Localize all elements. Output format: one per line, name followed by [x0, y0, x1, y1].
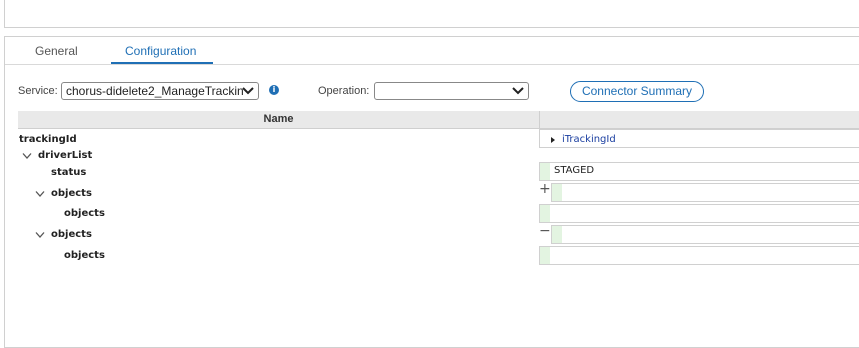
tree-row-objects-group-1[interactable]: objects [51, 188, 92, 199]
column-separator [539, 111, 540, 128]
mapping-cell-objects-group-2[interactable] [551, 225, 859, 244]
service-select-value: chorus-didelete2_ManageTrackin [66, 84, 244, 98]
tree-row-objects-1[interactable]: objects [64, 208, 105, 219]
chevron-down-icon [242, 87, 254, 95]
mapping-indicator [552, 226, 562, 243]
connector-summary-button[interactable]: Connector Summary [570, 81, 704, 102]
mapping-cell-objects-1[interactable] [539, 204, 859, 223]
operation-label: Operation: [318, 85, 370, 97]
mapping-cell-status[interactable]: STAGED [539, 162, 859, 181]
info-icon[interactable]: i [269, 85, 279, 95]
mapping-value-status: STAGED [554, 165, 595, 176]
tree-row-driverlist[interactable]: driverList [38, 150, 92, 161]
minus-icon[interactable]: − [539, 224, 551, 238]
tree-row-trackingid[interactable]: trackingId [19, 134, 77, 145]
tab-general[interactable]: General [35, 44, 78, 64]
mapping-cell-objects-2[interactable] [539, 246, 859, 265]
mapping-indicator [552, 184, 562, 201]
mapping-indicator [540, 205, 550, 222]
tab-configuration[interactable]: Configuration [125, 44, 196, 64]
service-label: Service: [18, 85, 58, 97]
tabs-divider [5, 64, 859, 65]
top-panel [4, 0, 859, 28]
mapping-indicator [540, 247, 550, 264]
chevron-down-icon[interactable] [22, 152, 32, 160]
chevron-down-icon [512, 87, 524, 95]
chevron-down-icon[interactable] [35, 231, 45, 239]
mapping-link-itrackingid[interactable]: iTrackingId [562, 134, 616, 145]
mapping-indicator [540, 163, 550, 180]
mapping-cell-objects-group-1[interactable] [551, 183, 859, 202]
tree-row-status[interactable]: status [51, 167, 86, 178]
grid-header: Name [18, 111, 859, 129]
plus-icon[interactable]: + [539, 182, 551, 196]
service-select[interactable]: chorus-didelete2_ManageTrackin [61, 82, 259, 100]
expand-arrow-icon[interactable] [551, 137, 555, 143]
chevron-down-icon[interactable] [35, 190, 45, 198]
operation-select[interactable] [374, 82, 529, 100]
tree-row-objects-group-2[interactable]: objects [51, 229, 92, 240]
name-column-header: Name [263, 113, 294, 125]
tree-row-objects-2[interactable]: objects [64, 250, 105, 261]
